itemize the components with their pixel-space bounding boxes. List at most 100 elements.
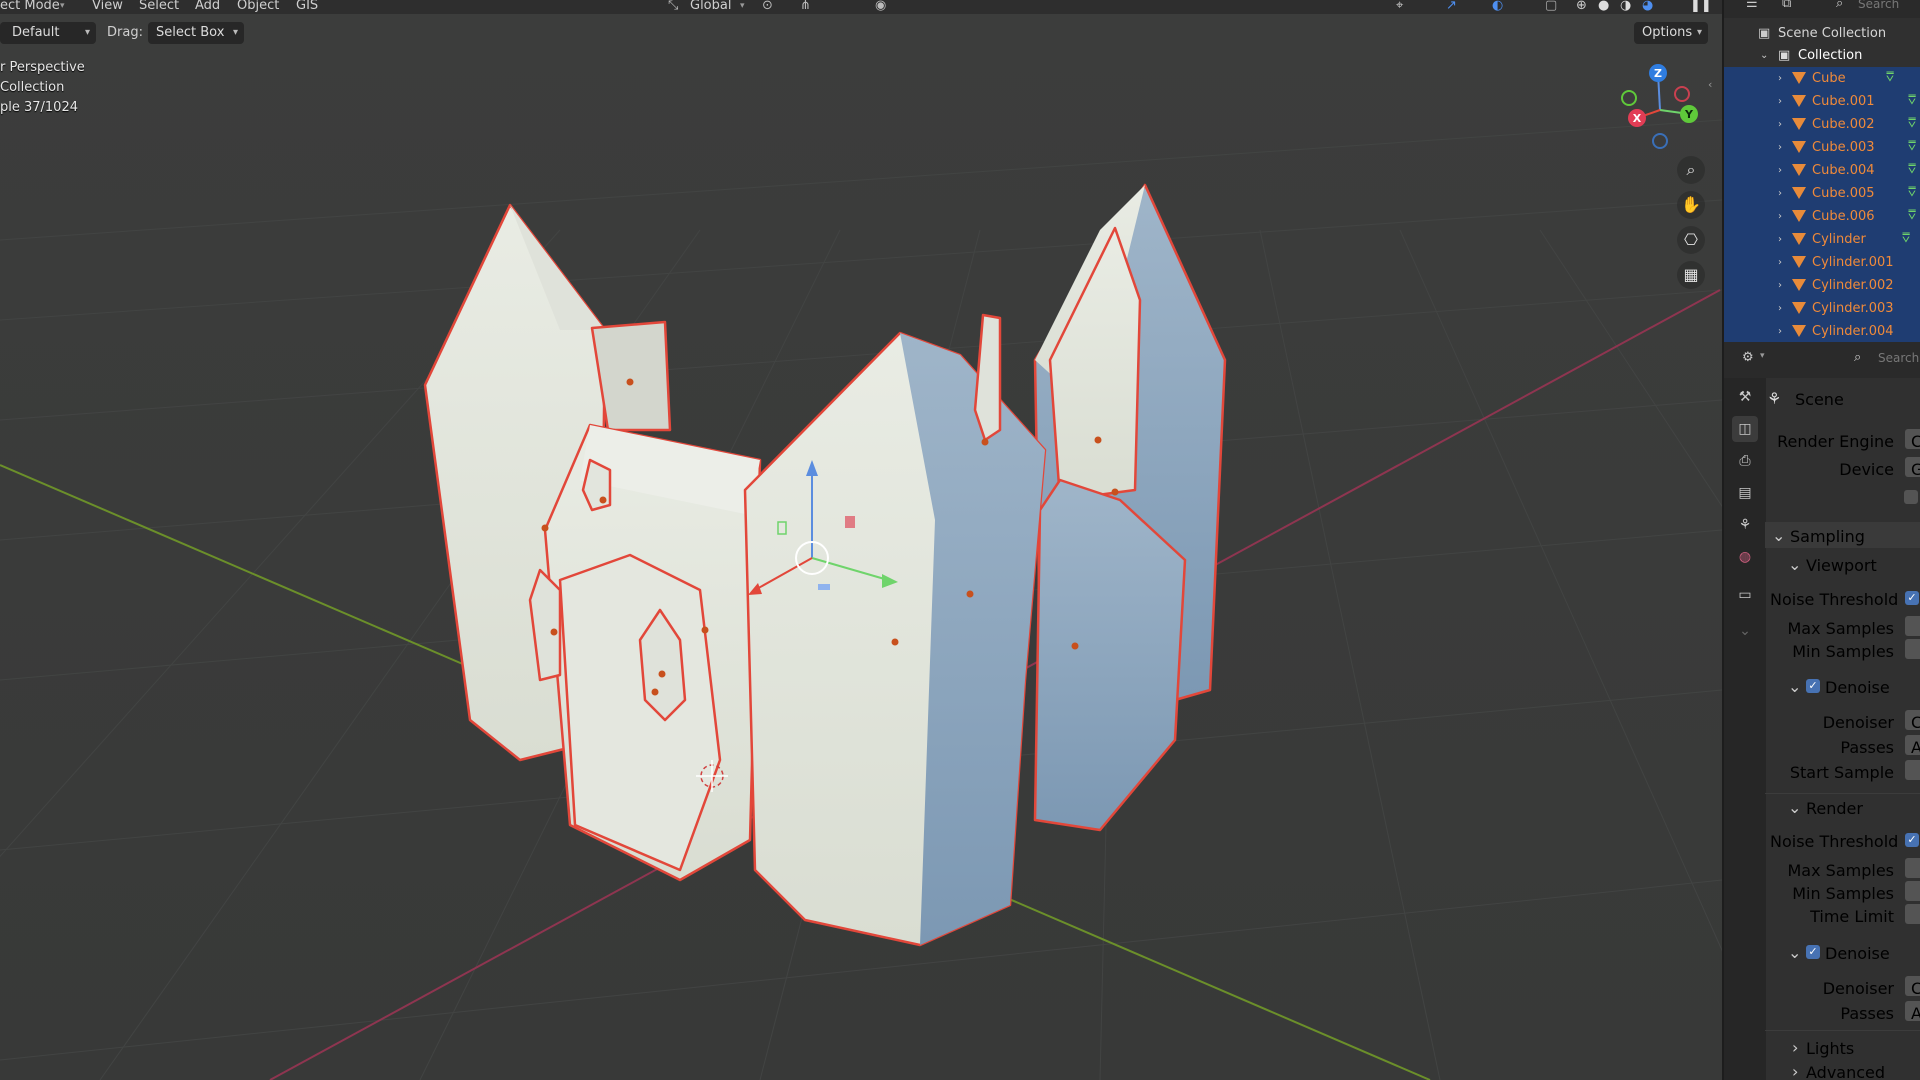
expand-arrow-icon[interactable]: › [1792,1062,1798,1080]
collapse-arrow-icon[interactable]: ⌄ [1760,44,1768,67]
open-shading-checkbox[interactable] [1904,490,1918,504]
mesh-data-icon[interactable]: ⩢ [1908,209,1920,223]
drag-dropdown[interactable]: Select Box ▾ [148,22,244,44]
r-max-samples-field[interactable] [1905,858,1920,878]
collapse-arrow-icon[interactable]: ⌄ [1788,798,1801,817]
outliner-item[interactable]: › Cube.003 ⩢ [1724,136,1920,159]
expand-arrow-icon[interactable]: › [1778,90,1782,113]
pan-hand-icon[interactable]: ✋ [1677,191,1705,219]
front-arch-wall[interactable] [558,553,722,872]
grid-perspective-icon[interactable]: ▦ [1677,261,1705,289]
pause-icon[interactable]: ❚❚ [1690,0,1712,13]
outliner-item[interactable]: › Cube ⩢ [1724,67,1920,90]
overlay-toggle-icon[interactable]: ◐ [1492,0,1503,13]
outliner-search-input[interactable]: Search [1858,0,1899,11]
mode-selector[interactable]: ect Mode [0,0,60,13]
more-tab-icon[interactable]: ⌄ [1732,618,1758,644]
expand-arrow-icon[interactable]: › [1778,228,1782,251]
vp-max-samples-field[interactable] [1905,616,1920,636]
menu-view[interactable]: View [92,0,123,13]
r-min-samples-field[interactable] [1905,881,1920,901]
r-denoise-checkbox[interactable]: ✓ [1806,945,1820,959]
expand-arrow-icon[interactable]: › [1778,320,1782,342]
expand-arrow-icon[interactable]: › [1792,1038,1798,1057]
gizmo-toggle-icon[interactable]: ↗ [1446,0,1457,13]
output-tab-icon[interactable]: ⎙ [1732,448,1758,474]
mesh-data-icon[interactable]: ⩢ [1908,94,1920,108]
options-dropdown[interactable]: Options ▾ [1634,22,1708,44]
3d-viewport[interactable]: Z Y X ect Mode ▾ View Select Add Object … [0,0,1722,1080]
camera-view-icon[interactable]: ⎔ [1677,226,1705,254]
visibility-icon[interactable]: ⌖ [1396,0,1403,13]
vp-denoise-checkbox[interactable]: ✓ [1806,679,1820,693]
viewport-subpanel-label[interactable]: Viewport [1806,556,1877,575]
expand-arrow-icon[interactable]: › [1778,113,1782,136]
pivot-icon[interactable]: ⊙ [762,0,773,13]
outliner-item[interactable]: › Cube.005 ⩢ [1724,182,1920,205]
outliner-item[interactable]: › Cube.002 ⩢ [1724,113,1920,136]
render-subpanel-label[interactable]: Render [1806,799,1863,818]
view-layer-tab-icon[interactable]: ▤ [1732,480,1758,506]
outliner-item[interactable]: › Cube.006 ⩢ [1724,205,1920,228]
filter-icon[interactable]: ⧉ [1782,0,1791,11]
collection-row[interactable]: ⌄ ▣ Collection [1724,44,1920,67]
outliner-item[interactable]: › Cylinder.001 [1724,251,1920,274]
menu-gis[interactable]: GIS [296,0,318,13]
outliner-item[interactable]: › Cube.001 ⩢ [1724,90,1920,113]
vp-noise-threshold-checkbox[interactable]: ✓ [1905,591,1919,605]
editor-type-icon[interactable]: ⚙ [1742,350,1754,365]
display-mode-icon[interactable]: ☰ [1746,0,1758,11]
outliner-item[interactable]: › Cylinder.002 [1724,274,1920,297]
mesh-data-icon[interactable]: ⩢ [1908,117,1920,131]
mesh-data-icon[interactable]: ⩢ [1902,232,1916,246]
render-tab-icon[interactable]: ◫ [1732,416,1758,442]
vp-start-sample-field[interactable] [1905,760,1920,780]
scene-collection-row[interactable]: ▣ Scene Collection [1724,22,1920,45]
expand-arrow-icon[interactable]: › [1778,182,1782,205]
outliner-item[interactable]: › Cylinder ⩢ [1724,228,1920,251]
lights-subpanel-label[interactable]: Lights [1806,1039,1854,1058]
r-time-limit-field[interactable] [1905,904,1920,924]
expand-arrow-icon[interactable]: › [1778,67,1782,90]
menu-object[interactable]: Object [237,0,279,13]
expand-arrow-icon[interactable]: › [1778,297,1782,320]
scene-tab-icon[interactable]: ⚘ [1732,512,1758,538]
advanced-subpanel-label[interactable]: Advanced [1806,1063,1885,1080]
transform-orientation[interactable]: Global [690,0,731,13]
menu-select[interactable]: Select [139,0,179,13]
expand-arrow-icon[interactable]: › [1778,251,1782,274]
mesh-data-icon[interactable]: ⩢ [1908,140,1920,154]
viewport-scene[interactable]: Z Y X [0,0,1722,1080]
mesh-data-icon[interactable]: ⩢ [1908,186,1920,200]
outliner-item[interactable]: › Cube.004 ⩢ [1724,159,1920,182]
transform-pivot-dropdown[interactable]: Default ▾ [0,22,96,44]
vp-min-samples-field[interactable] [1905,639,1920,659]
expand-arrow-icon[interactable]: › [1778,274,1782,297]
outliner-item[interactable]: › Cylinder.004 [1724,320,1920,342]
mesh-data-icon[interactable]: ⩢ [1908,163,1920,177]
tool-tab-icon[interactable]: ⚒ [1732,384,1758,410]
properties-search-input[interactable]: Search [1878,351,1919,365]
rendered-shading-icon[interactable]: ◕ [1642,0,1653,13]
xray-icon[interactable]: ▢ [1545,0,1557,13]
proportional-edit-icon[interactable]: ◉ [875,0,886,13]
r-noise-threshold-checkbox[interactable]: ✓ [1905,833,1919,847]
material-shading-icon[interactable]: ◑ [1620,0,1631,13]
zoom-icon[interactable]: ⌕ [1677,156,1705,184]
mesh-data-icon[interactable]: ⩢ [1886,71,1900,85]
collapse-arrow-icon[interactable]: ⌄ [1788,677,1801,696]
collapse-arrow-icon[interactable]: ⌄ [1788,555,1801,574]
solid-shading-icon[interactable]: ● [1598,0,1609,13]
expand-arrow-icon[interactable]: › [1778,205,1782,228]
sidebar-toggle-icon[interactable]: ‹ [1708,78,1712,91]
expand-arrow-icon[interactable]: › [1778,136,1782,159]
world-tab-icon[interactable]: ◍ [1732,544,1758,570]
collection-tab-icon[interactable]: ▭ [1732,582,1758,608]
collapse-arrow-icon[interactable]: ⌄ [1788,943,1801,962]
snap-icon[interactable]: ⋔ [800,0,811,13]
menu-add[interactable]: Add [195,0,220,13]
wireframe-shading-icon[interactable]: ⊕ [1576,0,1587,13]
outliner-item[interactable]: › Cylinder.003 [1724,297,1920,320]
expand-arrow-icon[interactable]: › [1778,159,1782,182]
chevron-down-icon: ▾ [84,27,90,38]
